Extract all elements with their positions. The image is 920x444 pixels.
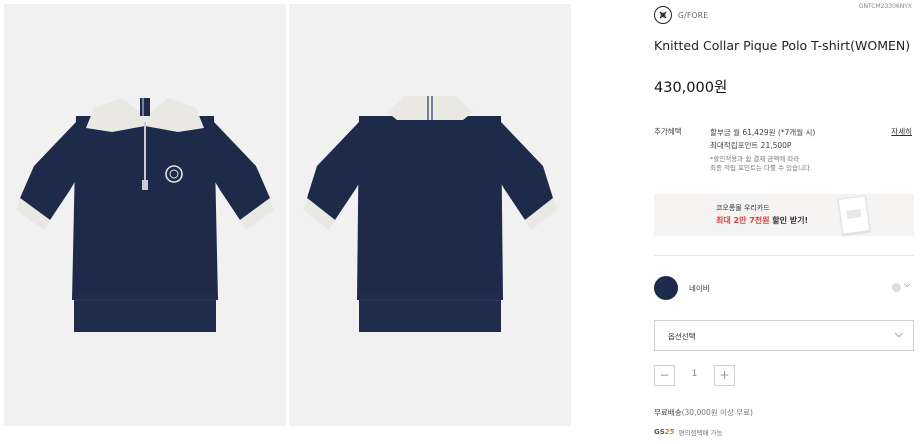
gs25-logo-icon: GS25 [654,428,675,436]
product-info-panel: G/FORE GNTCM23306NYX Knitted Collar Piqu… [654,0,916,444]
product-title: Knitted Collar Pique Polo T-shirt(WOMEN) [654,38,911,53]
quantity-value[interactable]: 1 [681,369,708,379]
brand-logo-icon [654,6,672,24]
polo-front-illustration [16,98,274,332]
quantity-decrease-button[interactable]: − [654,365,675,386]
quantity-increase-button[interactable]: + [714,365,735,386]
benefit-detail-link[interactable]: 자세히 [891,126,912,137]
banner-line2-rest: 할인 받기! [769,216,809,225]
shipping-info: 무료배송(30,000원 이상 무료) [654,407,753,418]
banner-line1: 코오롱몰 우리카드 [716,204,770,212]
option-select-label: 옵션선택 [668,332,696,341]
benefit-details: 할부금 월 61,429원 (*7개월 시) 최대적립포인트 21,500P *… [710,126,815,173]
brand-row[interactable]: G/FORE [654,6,708,24]
selected-color-name: 네이비 [689,284,710,293]
benefit-note-line2: 최종 적립 포인트는 다를 수 있습니다. [710,164,813,172]
installment-text: 할부금 월 61,429원 (*7개월 시) [710,128,816,137]
gs25-logo-num: 25 [664,428,675,436]
benefit-label: 추가혜택 [654,127,682,136]
benefit-note: *할인적용과 쉼 결제 금액에 따라 최종 적립 포인트는 다를 수 있습니다. [710,155,815,173]
product-image-back[interactable] [289,4,571,426]
pickup-info: GS25 편의점택배 가능 [654,427,722,437]
option-select[interactable]: 옵션선택 ⌵ [654,320,914,351]
gs25-logo-prefix: GS [654,428,665,436]
chevron-down-icon[interactable]: ⌵ [904,280,911,290]
product-sku: GNTCM23306NYX [858,3,912,10]
shipping-label: 무료배송 [654,408,682,417]
points-text: 최대적립포인트 21,500P [710,141,792,150]
chevron-down-icon: ⌵ [894,327,903,340]
benefit-note-line1: *할인적용과 쉼 결제 금액에 따라 [710,155,800,163]
banner-line2: 최대 2만 7천원 할인 받기! [716,215,808,226]
polo-back-illustration [303,96,557,332]
brand-name: G/FORE [678,10,709,20]
color-swatch-navy[interactable] [654,276,678,300]
color-selector: 네이비 ⌵ [654,276,916,300]
card-promo-banner[interactable]: 코오롱몰 우리카드 최대 2만 7천원 할인 받기! [654,194,914,236]
product-price: 430,000원 [654,80,728,96]
credit-card-image [837,195,871,235]
pickup-text: 편의점택배 가능 [678,429,723,437]
product-image-front[interactable] [4,4,286,426]
divider [654,255,914,256]
color-swatch-grey[interactable] [892,283,901,292]
product-page: G/FORE GNTCM23306NYX Knitted Collar Piqu… [0,0,920,444]
banner-highlight: 최대 2만 7천원 [716,216,770,225]
shipping-condition: (30,000원 이상 무료) [681,408,753,417]
